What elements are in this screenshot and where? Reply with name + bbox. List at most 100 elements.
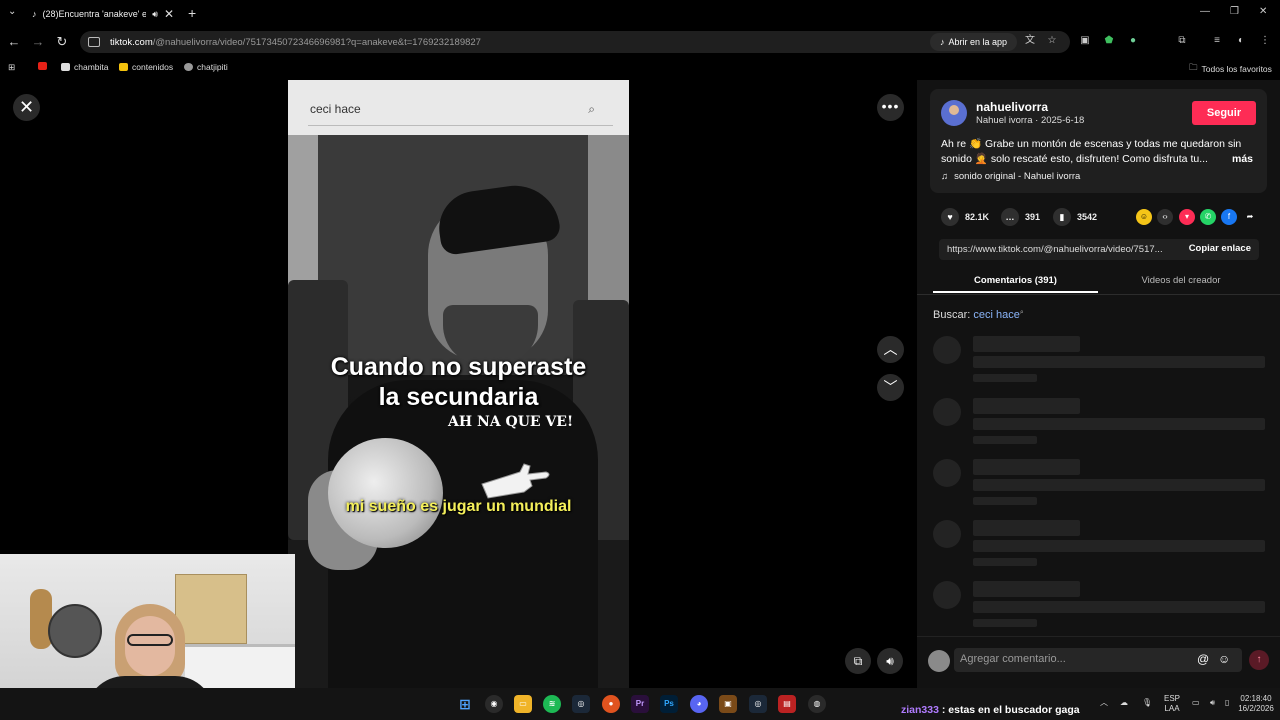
skeleton-line xyxy=(973,459,1080,475)
bookmark-chatjipiti[interactable]: chatjipiti xyxy=(184,62,228,72)
floating-player-button[interactable]: ⧉ xyxy=(845,648,871,674)
open-in-app-button[interactable]: ♪ Abrir en la app xyxy=(930,33,1018,51)
comment-search-suggestion[interactable]: Buscar: ceci hace⌕ xyxy=(933,309,1024,321)
steam-2-icon[interactable]: ◎ xyxy=(749,695,767,713)
video-link[interactable]: https://www.tiktok.com/@nahuelivorra/vid… xyxy=(947,244,1175,255)
send-comment-button[interactable]: ↑ xyxy=(1249,650,1269,670)
cloud-icon[interactable]: ☁ xyxy=(1120,698,1128,708)
back-icon[interactable]: ← xyxy=(6,34,22,50)
sound-icon[interactable]: 🔊︎ xyxy=(1210,698,1215,708)
spotify-icon[interactable]: ≋ xyxy=(543,695,561,713)
site-info-icon[interactable] xyxy=(88,37,100,47)
apps-grid-icon[interactable]: ⊞ xyxy=(8,62,15,73)
maximize-icon[interactable]: ❐ xyxy=(1230,6,1239,17)
more-options-button[interactable]: ••• xyxy=(877,94,904,121)
tab-search-chevron-icon[interactable]: ⌄ xyxy=(8,6,22,20)
voicemeeter-icon[interactable]: ▤ xyxy=(778,695,796,713)
clock-time: 02:18:40 xyxy=(1240,694,1272,703)
premiere-icon[interactable]: Pr xyxy=(631,695,649,713)
search-icon: ⌕ xyxy=(588,102,595,116)
bookmark-chambita[interactable]: chambita xyxy=(61,62,109,72)
search-label: Buscar: xyxy=(933,309,971,321)
send-to-friends-icon[interactable]: ▾ xyxy=(1179,209,1195,225)
music-link[interactable]: ♫ sonido original - Nahuel ivorra xyxy=(941,171,1080,182)
facebook-icon[interactable]: f xyxy=(1221,209,1237,225)
battery-icon[interactable]: ▯ xyxy=(1225,698,1229,708)
windows-start-icon[interactable]: ⊞ xyxy=(456,695,474,713)
translate-icon[interactable]: 文 xyxy=(1024,35,1036,47)
caption-line: Cuando no superaste xyxy=(330,353,587,381)
folder-icon: 🗀 xyxy=(1189,62,1198,72)
clock-date: 16/2/2026 xyxy=(1238,704,1274,713)
volume-icon: 🔊︎ xyxy=(886,654,894,668)
tray-chevron-icon[interactable]: ︿ xyxy=(1100,698,1108,708)
save-count: 3542 xyxy=(1077,212,1098,222)
steam-icon[interactable]: ◎ xyxy=(572,695,590,713)
close-tab-icon[interactable]: ✕ xyxy=(164,7,174,21)
previous-video-button[interactable]: ︿ xyxy=(877,336,904,363)
speaker-icon[interactable]: 🔊︎ xyxy=(152,9,158,20)
skeleton-line xyxy=(973,581,1080,597)
more-button[interactable]: más xyxy=(1232,152,1253,167)
bookmark-youtube[interactable] xyxy=(38,62,47,70)
extension-2-icon[interactable]: ● xyxy=(1127,35,1139,47)
skeleton-line xyxy=(973,436,1037,444)
save-stat[interactable]: ▮ 3542 xyxy=(1053,208,1097,226)
next-video-button[interactable]: ﹀ xyxy=(877,374,904,401)
address-bar[interactable]: tiktok.com/@nahuelivorra/video/751734507… xyxy=(80,31,1070,53)
webcam-glasses xyxy=(127,634,173,646)
language-indicator[interactable]: ESP LAA xyxy=(1160,694,1184,714)
comment-placeholder: Agregar comentario... xyxy=(960,653,1066,665)
comment-stat[interactable]: … 391 xyxy=(1001,208,1040,226)
all-bookmarks[interactable]: 🗀 Todos los favoritos xyxy=(1189,62,1272,76)
skeleton-line xyxy=(973,398,1080,414)
file-explorer-icon[interactable]: ▭ xyxy=(514,695,532,713)
clock[interactable]: 02:18:40 16/2/2026 xyxy=(1234,694,1278,714)
tab-comments[interactable]: Comentarios (391) xyxy=(933,268,1098,293)
volume-button[interactable]: 🔊︎ xyxy=(877,648,903,674)
microphone-icon[interactable]: 🎙︎ xyxy=(1142,698,1152,708)
close-video-button[interactable]: ✕ xyxy=(13,94,40,121)
emoji-share-icon[interactable]: ☺ xyxy=(1136,209,1152,225)
minimize-icon[interactable]: — xyxy=(1200,6,1210,17)
network-icon[interactable]: ▭ xyxy=(1192,698,1200,708)
app-brown-icon[interactable]: ▣ xyxy=(719,695,737,713)
extensions-puzzle-icon[interactable]: ⧉ xyxy=(1176,35,1188,47)
photoshop-icon[interactable]: Ps xyxy=(660,695,678,713)
skeleton-line xyxy=(973,336,1080,352)
window-close-icon[interactable]: ✕ xyxy=(1259,6,1267,17)
copy-link-button[interactable]: Copiar enlace xyxy=(1189,243,1251,254)
shirt-print: AH NA QUE VE! xyxy=(448,414,574,430)
share-arrow-icon[interactable]: ➦ xyxy=(1242,209,1258,225)
like-stat[interactable]: ♥ 82.1K xyxy=(941,208,989,226)
forward-icon[interactable]: → xyxy=(30,34,46,50)
bookmark-label: chambita xyxy=(74,62,109,72)
skeleton-line xyxy=(973,418,1265,430)
browser-tab[interactable]: ♪ (28)Encuentra 'anakeve' en 🔊︎ ✕ xyxy=(26,2,180,26)
extension-1-icon[interactable]: ▣ xyxy=(1079,35,1091,47)
creator-username[interactable]: nahuelivorra xyxy=(976,100,1048,114)
bookmark-contenidos[interactable]: contenidos xyxy=(119,62,173,72)
app-orange-icon[interactable]: ● xyxy=(602,695,620,713)
media-controls-icon[interactable]: ≡ xyxy=(1211,35,1223,47)
profile-icon[interactable]: ◐ xyxy=(1235,35,1247,47)
whatsapp-icon[interactable]: ✆ xyxy=(1200,209,1216,225)
video-player[interactable]: ceci hace ⌕ AH NA QUE VE! Cuando no supe… xyxy=(288,80,629,688)
tab-creator-videos[interactable]: Videos del creador xyxy=(1098,268,1264,293)
embed-icon[interactable]: ‹› xyxy=(1157,209,1173,225)
browser-menu-icon[interactable]: ⋮ xyxy=(1259,35,1271,47)
bookmark-star-icon[interactable]: ☆ xyxy=(1046,35,1058,47)
video-search-text: ceci hace xyxy=(310,102,361,116)
follow-button[interactable]: Seguir xyxy=(1192,101,1256,125)
obs-icon[interactable]: ◍ xyxy=(808,695,826,713)
discord-icon[interactable]: ◕ xyxy=(690,695,708,713)
emoji-icon[interactable]: ☺ xyxy=(1218,652,1230,666)
video-subtitle: mi sueño es jugar un mundial xyxy=(345,498,572,515)
shield-extension-icon[interactable]: ⬟ xyxy=(1103,35,1115,47)
mention-icon[interactable]: @ xyxy=(1197,652,1209,666)
chevron-up-icon: ︿ xyxy=(883,341,898,357)
new-tab-icon[interactable]: + xyxy=(188,5,196,21)
chrome-icon[interactable]: ◉ xyxy=(485,695,503,713)
creator-avatar[interactable] xyxy=(941,100,967,126)
reload-icon[interactable]: ↻ xyxy=(54,34,70,50)
